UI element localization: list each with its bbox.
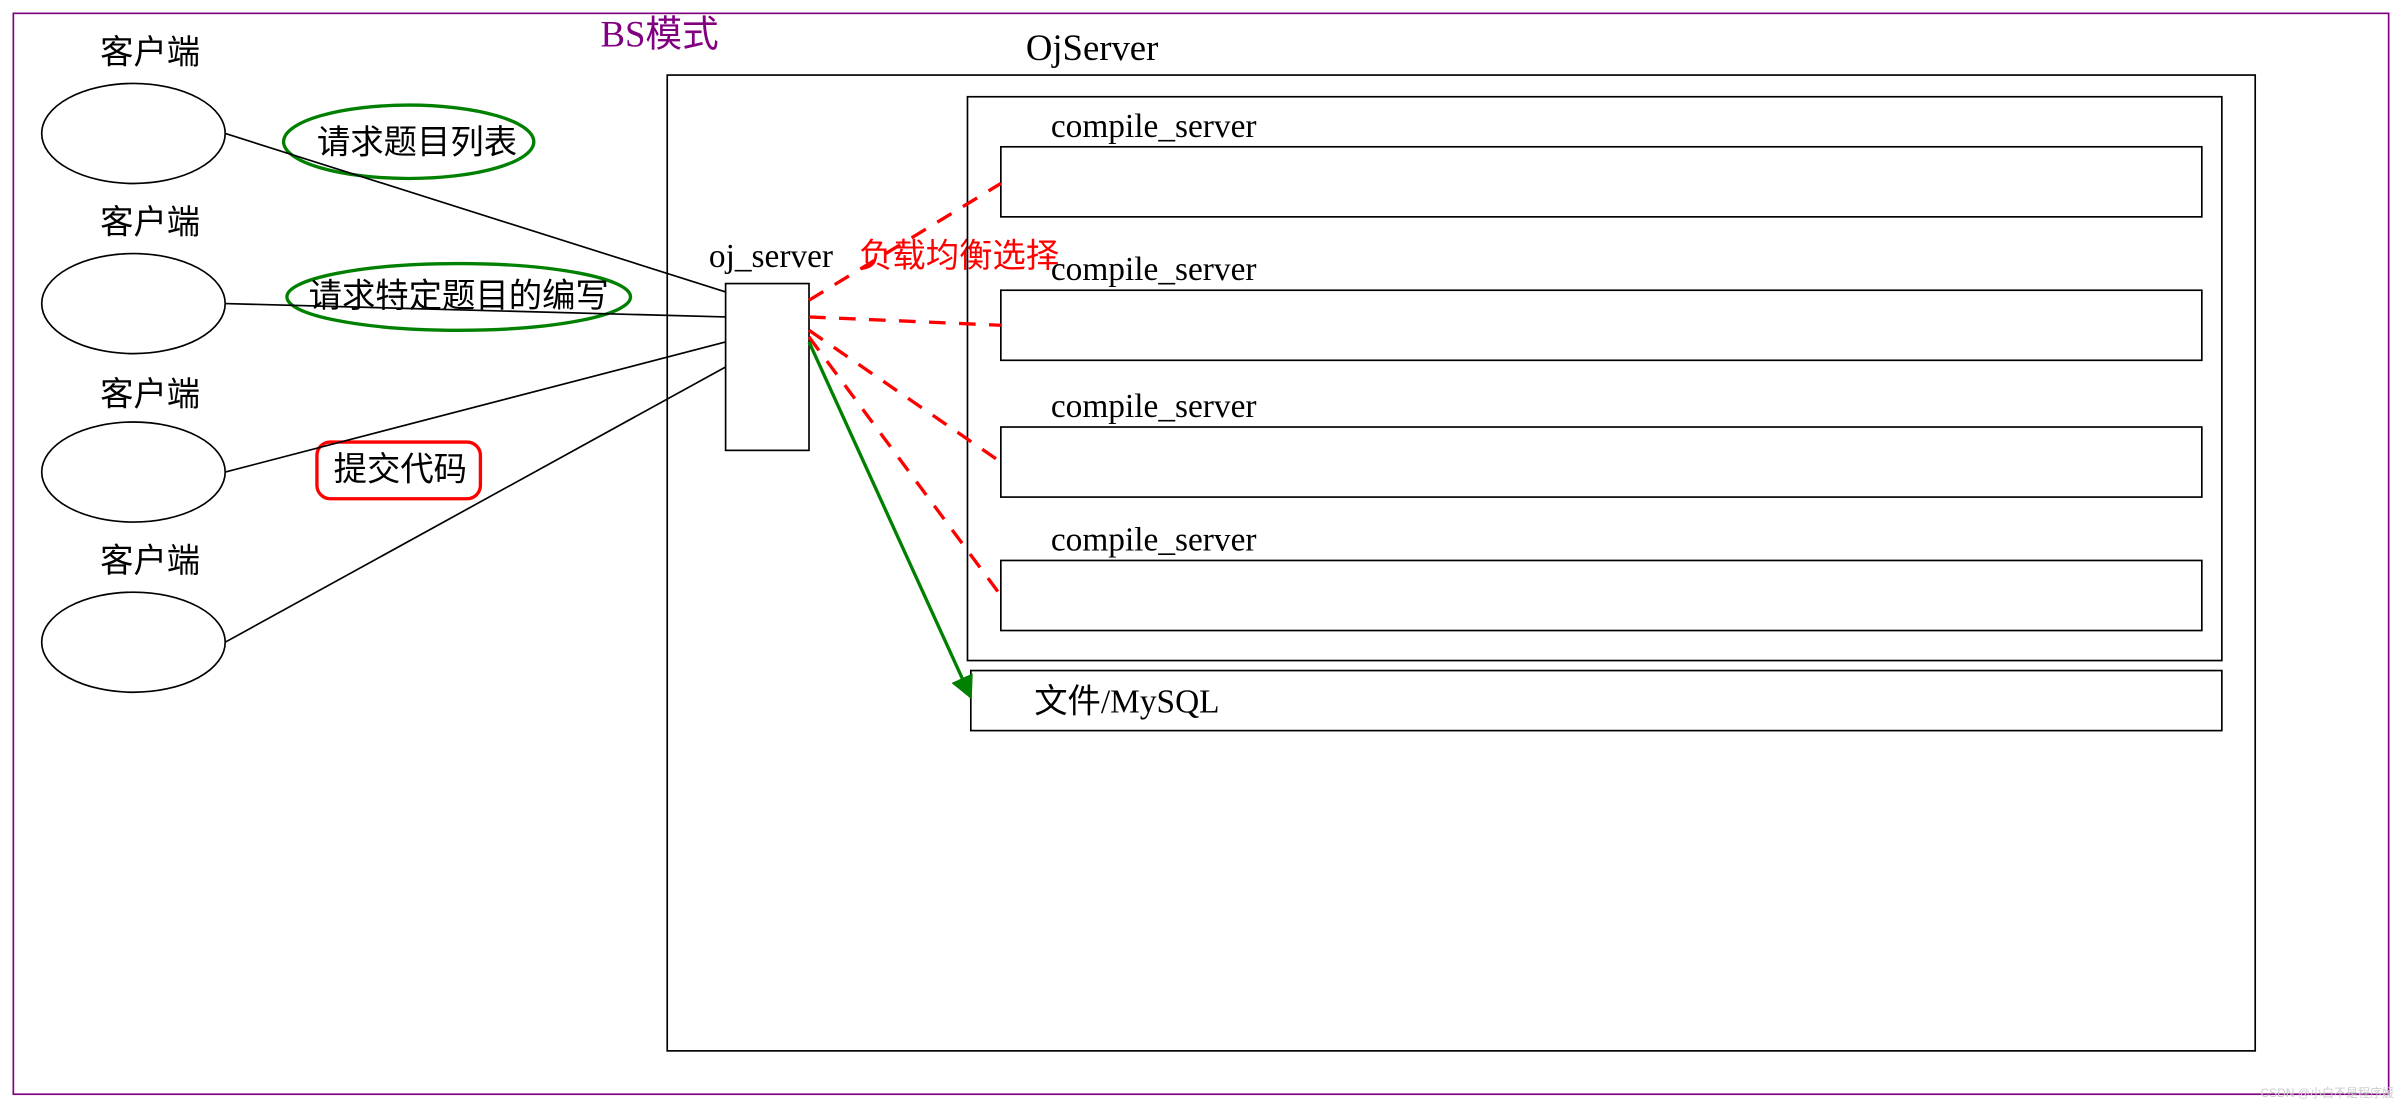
request-submit-label: 提交代码 [334, 451, 467, 488]
ojserver-container [667, 75, 2255, 1051]
compile-cluster [967, 97, 2221, 661]
oj-server-label: oj_server [709, 238, 833, 275]
compile-label-2: compile_server [1051, 251, 1257, 288]
compile-label-3: compile_server [1051, 388, 1257, 425]
client-ellipse-1 [42, 83, 225, 183]
edge-client4-oj [225, 367, 725, 642]
load-balance-label: 负载均衡选择 [859, 238, 1059, 275]
client-label-2: 客户端 [100, 205, 200, 242]
lb-edge-2 [809, 317, 1001, 325]
compile-label-4: compile_server [1051, 521, 1257, 558]
compile-box-4 [1001, 560, 2202, 630]
compile-box-2 [1001, 290, 2202, 360]
compile-box-1 [1001, 147, 2202, 217]
request-list-label: 请求题目列表 [317, 124, 517, 161]
client-label-3: 客户端 [100, 376, 200, 413]
diagram-title: BS模式 [601, 14, 719, 55]
client-ellipse-2 [42, 254, 225, 354]
storage-edge [809, 342, 971, 697]
diagram-canvas: BS模式 客户端 客户端 客户端 客户端 请求题目列表 请求特定题目的编写 提交… [0, 0, 2402, 1109]
lb-edge-3 [809, 330, 1001, 462]
compile-box-3 [1001, 427, 2202, 497]
lb-edge-4 [809, 337, 1001, 596]
watermark: CSDN @小白不是程序媛 [2260, 1084, 2394, 1101]
client-ellipse-4 [42, 592, 225, 692]
client-label-4: 客户端 [100, 543, 200, 580]
ojserver-title: OjServer [1026, 27, 1158, 68]
compile-label-1: compile_server [1051, 108, 1257, 145]
storage-label: 文件/MySQL [1034, 683, 1219, 720]
client-label-1: 客户端 [100, 34, 200, 71]
edge-client3-oj [225, 342, 725, 472]
oj-server-box [726, 284, 809, 451]
client-ellipse-3 [42, 422, 225, 522]
